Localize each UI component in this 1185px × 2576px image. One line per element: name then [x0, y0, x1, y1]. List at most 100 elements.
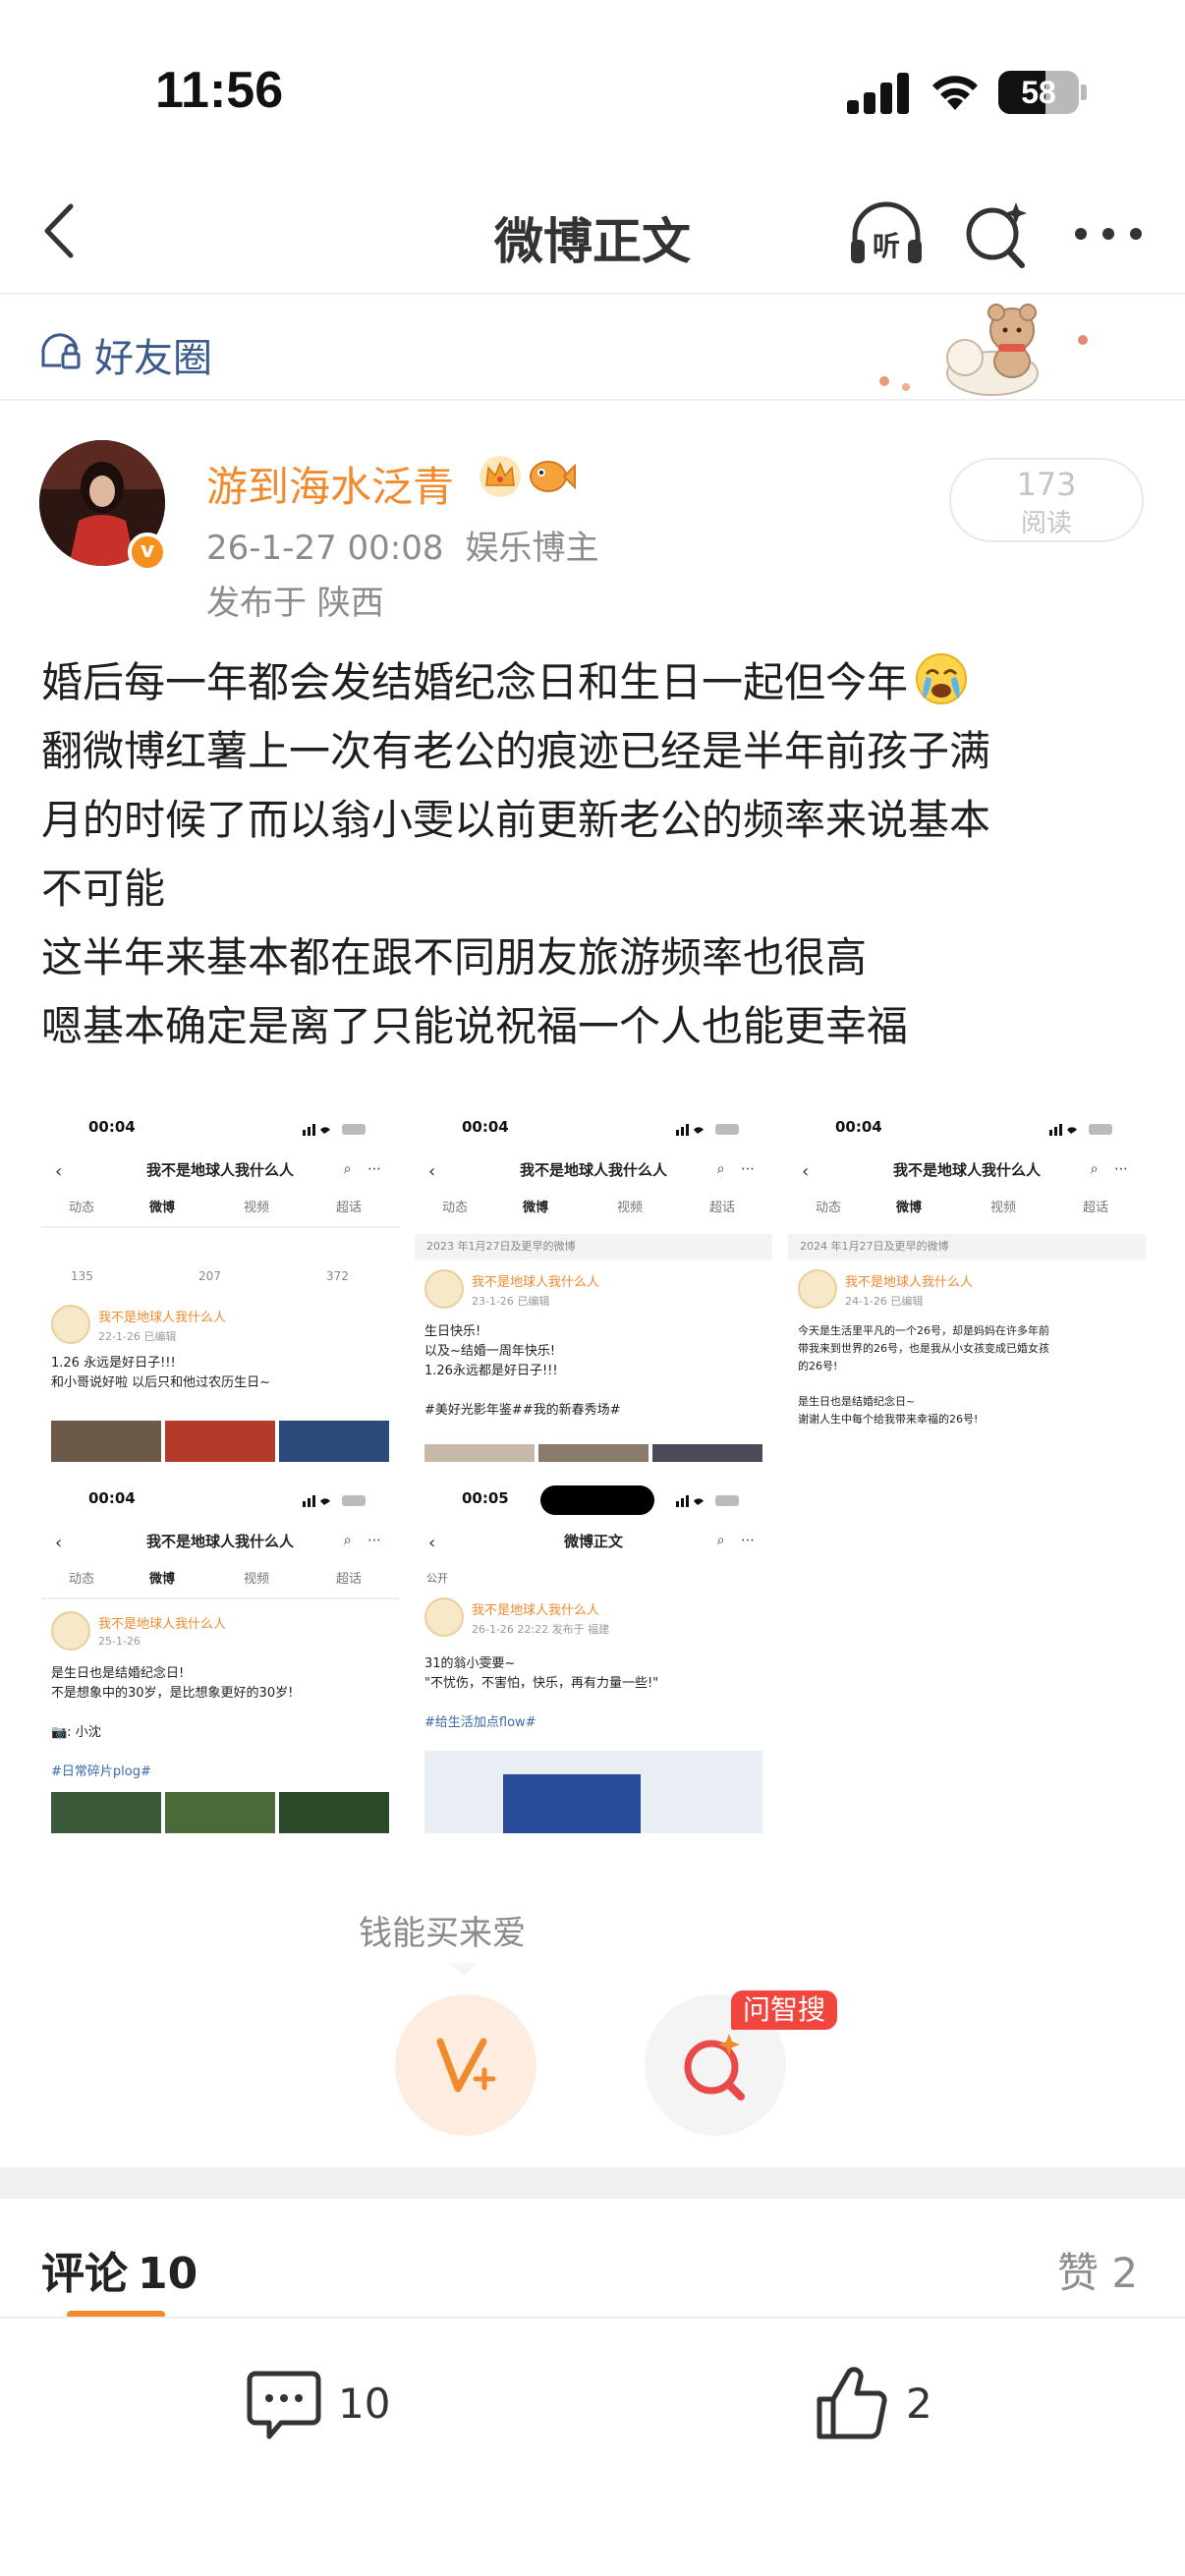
like-count[interactable]: 2 — [906, 2380, 932, 2428]
thumb-user: 我不是地球人我什么人 — [98, 1617, 227, 1632]
thumb-stats: 135 207 372 — [51, 1269, 389, 1295]
battery-tip — [1081, 84, 1087, 100]
thumb-avatar — [798, 1269, 837, 1309]
reward-pointer — [450, 1963, 478, 1977]
nav-bar: 微博正文 听 — [0, 167, 1185, 295]
thumb-tab: 超话 — [1083, 1201, 1109, 1215]
image-thumbnail[interactable]: 00:04 ‹ 我不是地球人我什么人 ⌕ ⋯ 动态 微博 视频 超话 我不是地球… — [41, 1476, 399, 1833]
post-line: 不可能 — [41, 865, 166, 913]
thumb-status-icons — [676, 1495, 739, 1507]
thumb-tab: 微博 — [149, 1201, 176, 1215]
thumb-user: 我不是地球人我什么人 — [98, 1311, 227, 1325]
thumb-tabs: 动态 微博 视频 超话 — [788, 1197, 1146, 1224]
post-meta: 26-1-27 00:08 娱乐博主 — [206, 521, 621, 569]
comments-tab[interactable]: 评论 10 — [41, 2238, 198, 2301]
post-line: 婚后每一年都会发结婚纪念日和生日一起但今年 — [41, 658, 909, 706]
thumb-body-line: #日常碎片plog# — [51, 1764, 151, 1779]
post-date: 26-1-27 00:08 — [206, 529, 444, 568]
image-thumbnail[interactable]: 00:05 ‹ 微博正文 ⌕ ⋯ 公开 我不是地球人我什么人 26-1-26 2… — [415, 1476, 772, 1833]
thumb-body-line: 以及~结婚一周年快乐! — [424, 1344, 556, 1359]
post-line: 嗯基本确定是离了只能说祝福一个人也能更幸福 — [41, 1002, 909, 1050]
thumb-nav-icons: ⌕ ⋯ — [716, 1533, 761, 1548]
verified-badge-icon: v — [128, 532, 167, 572]
thumb-body-line: 今天是生活里平凡的一个26号，却是妈妈在许多年前 — [798, 1324, 1049, 1337]
thumb-body-line: "不忧伤，不害怕，快乐，再有力量一些!" — [424, 1676, 659, 1691]
thumb-avatar — [424, 1269, 464, 1309]
thumb-body-line: 1.26 永远是好日子!!! — [51, 1356, 176, 1371]
thumb-body: 生日快乐! 以及~结婚一周年快乐! 1.26永远都是好日子!!! #美好光影年鉴… — [424, 1322, 762, 1421]
thumb-date: 26-1-26 22:22 发布于 福建 — [472, 1623, 610, 1636]
thumb-tabs: 动态 微博 视频 超话 — [415, 1197, 772, 1224]
thumb-tab: 动态 — [442, 1201, 469, 1215]
thumb-avatar — [424, 1597, 464, 1637]
comment-count[interactable]: 10 — [338, 2380, 390, 2428]
comment-icon[interactable] — [246, 2368, 322, 2442]
thumb-filter-bar: 2024 年1月27日及更早的微博 — [788, 1234, 1146, 1260]
friend-circle-icon — [41, 333, 81, 369]
thumb-tab: 微博 — [149, 1572, 176, 1587]
image-thumbnail[interactable]: 00:04 ‹ 我不是地球人我什么人 ⌕ ⋯ 动态 微博 视频 超话 2024 … — [788, 1104, 1146, 1462]
thumb-body-line: 不是想象中的30岁，是比想象更好的30岁! — [51, 1686, 294, 1701]
thumb-body-line: 是生日也是结婚纪念日~ — [798, 1395, 916, 1408]
thumb-body-line: #给生活加点flow# — [424, 1715, 536, 1730]
search-icon[interactable] — [959, 196, 1034, 271]
image-thumbnail[interactable]: 00:04 ‹ 我不是地球人我什么人 ⌕ ⋯ 动态 微博 视频 超话 2023 … — [415, 1104, 772, 1462]
crying-emoji-icon — [916, 653, 968, 704]
crown-icon — [480, 456, 521, 497]
thumb-body-line: 的26号! — [798, 1360, 838, 1372]
thumb-status-icons — [303, 1495, 366, 1507]
thumb-tab: 动态 — [69, 1201, 95, 1215]
thumb-tabs: 动态 微博 视频 超话 — [41, 1568, 399, 1596]
post-line: 翻微博红薯上一次有老公的痕迹已经是半年前孩子满 — [41, 727, 991, 775]
thumb-body-line: 和小哥说好啦 以后只和他过农历生日~ — [51, 1375, 271, 1390]
thumb-body: 是生日也是结婚纪念日! 不是想象中的30岁，是比想象更好的30岁! 📷: 小沈 … — [51, 1664, 389, 1782]
thumb-date: 22-1-26 已编辑 — [98, 1330, 177, 1343]
thumb-nav-icons: ⌕ ⋯ — [716, 1161, 761, 1177]
thumb-photos — [51, 1421, 389, 1462]
post-body: 婚后每一年都会发结婚纪念日和生日一起但今年 翻微博红薯上一次有老公的痕迹已经是半… — [41, 648, 1152, 1061]
reward-label: 钱能买来爱 — [359, 1914, 526, 1953]
author-name[interactable]: 游到海水泛青 — [206, 454, 454, 514]
thumb-body: 31的翁小雯要~ "不忧伤，不害怕，快乐，再有力量一些!" #给生活加点flow… — [424, 1654, 762, 1733]
thumb-avatar — [51, 1305, 90, 1344]
thumb-nav-icons: ⌕ ⋯ — [343, 1161, 387, 1177]
image-grid: 00:04 ‹ 我不是地球人我什么人 ⌕ ⋯ 动态 微博 视频 超话 135 2… — [41, 1104, 1146, 1833]
thumb-user: 我不是地球人我什么人 — [845, 1275, 974, 1290]
like-icon[interactable] — [814, 2364, 890, 2442]
thumb-body-line: #美好光影年鉴##我的新春秀场# — [424, 1403, 621, 1418]
thumb-body-line: 带我来到世界的26号，也是我从小女孩变成已婚女孩 — [798, 1342, 1049, 1355]
thumb-date: 24-1-26 已编辑 — [845, 1295, 924, 1308]
thumb-tab: 超话 — [336, 1572, 363, 1587]
friend-circle-bar[interactable]: 好友圈 — [0, 297, 1185, 401]
thumb-body-line: 31的翁小雯要~ — [424, 1656, 516, 1671]
svg-text:听: 听 — [873, 230, 900, 262]
v-plus-icon — [436, 2038, 496, 2093]
status-time: 11:56 — [155, 62, 284, 119]
thumb-tab: 动态 — [69, 1572, 95, 1587]
reads-count: 173 — [1016, 466, 1077, 503]
thumb-nav-icons: ⌕ ⋯ — [343, 1533, 387, 1548]
image-thumbnail[interactable]: 00:04 ‹ 我不是地球人我什么人 ⌕ ⋯ 动态 微博 视频 超话 135 2… — [41, 1104, 399, 1462]
more-icon[interactable] — [1071, 222, 1146, 246]
author-role: 娱乐博主 — [465, 529, 599, 568]
likes-tab-count: 2 — [1111, 2249, 1139, 2297]
thumb-status-icons — [1049, 1124, 1112, 1136]
reward-button[interactable] — [395, 1994, 536, 2136]
thumb-tabs: 动态 微博 视频 超话 — [41, 1197, 399, 1224]
thumb-stat: 207 — [198, 1269, 221, 1283]
thumb-divider — [41, 1597, 399, 1599]
listen-icon[interactable]: 听 — [845, 196, 928, 271]
bear-decoration — [879, 304, 1088, 396]
thumb-time: 00:04 — [462, 1118, 509, 1136]
thumb-tab: 视频 — [990, 1201, 1017, 1215]
bottom-action-bar: 10 2 — [0, 2317, 1185, 2576]
thumb-time: 00:04 — [835, 1118, 882, 1136]
thumb-nav-icons: ⌕ ⋯ — [1090, 1161, 1134, 1177]
thumb-date: 23-1-26 已编辑 — [472, 1295, 550, 1308]
thumb-date: 25-1-26 — [98, 1635, 141, 1648]
likes-label: 赞 — [1057, 2249, 1100, 2297]
post-line: 这半年来基本都在跟不同朋友旅游频率也很高 — [41, 933, 868, 981]
likes-tab[interactable]: 赞 2 — [1057, 2240, 1138, 2300]
post-location: 发布于 陕西 — [206, 584, 384, 623]
thumb-avatar — [51, 1611, 90, 1651]
